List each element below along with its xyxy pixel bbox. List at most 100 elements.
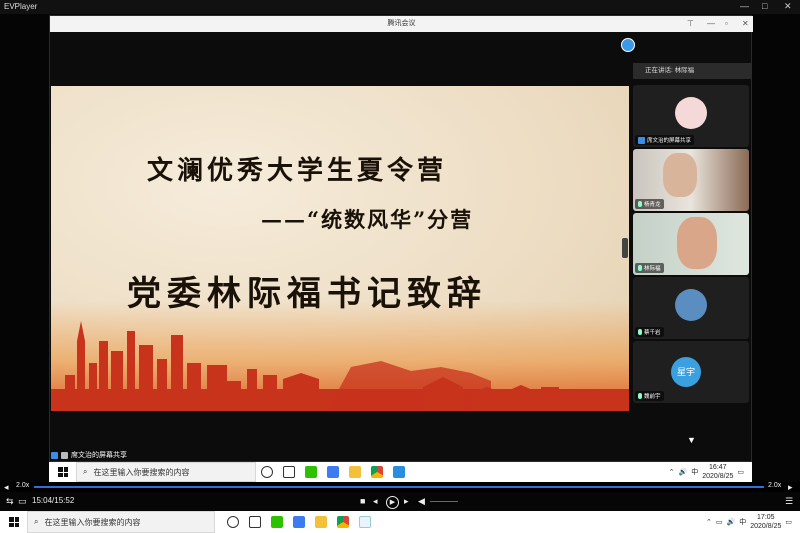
file-explorer-icon[interactable] bbox=[349, 466, 361, 478]
minimize-icon[interactable]: — bbox=[740, 1, 749, 11]
playlist-icon[interactable]: ☰ bbox=[785, 496, 793, 507]
participant-avatar bbox=[675, 97, 707, 129]
taskbar-clock[interactable]: 16:47 2020/8/25 bbox=[702, 463, 733, 481]
participant-tile[interactable]: 席文治的屏幕共享 bbox=[633, 85, 749, 147]
participant-text-avatar: 星宇 bbox=[671, 357, 701, 387]
evplayer-title: EVPlayer bbox=[4, 2, 38, 11]
screen-share-icon bbox=[61, 451, 68, 459]
taskbar-search[interactable]: ⌕ 在这里输入你要搜索的内容 bbox=[27, 511, 215, 533]
search-placeholder: 在这里输入你要搜索的内容 bbox=[44, 517, 141, 527]
speaking-label: 正在讲话: 林际福 bbox=[645, 67, 695, 74]
notification-icon[interactable]: ▭ bbox=[737, 468, 744, 476]
loop-icon[interactable]: ⇆ bbox=[6, 496, 14, 507]
taskbar-clock[interactable]: 17:05 2020/8/25 bbox=[750, 513, 781, 531]
self-avatar-badge[interactable] bbox=[621, 38, 635, 52]
outer-taskbar: ⌕ 在这里输入你要搜索的内容 ⌃ ▭ 🔊 中 17:05 2020/8/25 ▭ bbox=[0, 511, 800, 533]
participant-name: 席文治的屏幕共享 bbox=[635, 135, 695, 145]
wps-icon[interactable] bbox=[293, 516, 305, 528]
playback-progress-bar[interactable] bbox=[34, 486, 764, 488]
time-display: 15:04/15:52 bbox=[32, 496, 75, 505]
inner-taskbar: ⌕ 在这里输入你要搜索的内容 ⌃ 🔊 中 16:47 2020/8/25 ▭ bbox=[49, 462, 752, 482]
volume-icon[interactable]: 🔊 bbox=[727, 518, 736, 526]
evplayer-progress-row: ◂ 2.0x 2.0x ▸ bbox=[0, 482, 800, 492]
notification-icon[interactable]: ▭ bbox=[785, 518, 792, 526]
volume-slider[interactable] bbox=[430, 501, 458, 502]
cortana-icon[interactable] bbox=[227, 516, 239, 528]
close-icon[interactable]: ✕ bbox=[784, 1, 792, 12]
search-placeholder: 在这里输入你要搜索的内容 bbox=[93, 467, 190, 477]
share-caption-text: 席文治的屏幕共享 bbox=[71, 452, 127, 459]
wechat-icon[interactable] bbox=[305, 466, 317, 478]
wps-icon[interactable] bbox=[327, 466, 339, 478]
evplayer-titlebar: EVPlayer — □ ✕ bbox=[0, 0, 800, 14]
next-icon[interactable]: ▸ bbox=[404, 496, 409, 507]
participant-avatar bbox=[675, 289, 707, 321]
task-view-icon[interactable] bbox=[283, 466, 295, 478]
participant-tile[interactable]: 杨青龙 bbox=[633, 149, 749, 211]
participant-name: 蔡千岩 bbox=[635, 327, 664, 337]
windows-start-icon[interactable] bbox=[58, 467, 68, 477]
meeting-window: 腾讯会议 ⊤ — ▫ ✕ 文澜优秀大学生夏令营 ——“统数风华”分营 党委林际福… bbox=[49, 15, 753, 462]
system-tray: ⌃ 🔊 中 16:47 2020/8/25 ▭ bbox=[669, 463, 752, 481]
tray-up-icon[interactable]: ⌃ bbox=[669, 468, 675, 476]
user-icon bbox=[638, 136, 645, 144]
share-caption: 席文治的屏幕共享 bbox=[51, 450, 127, 460]
ime-indicator[interactable]: 中 bbox=[691, 467, 698, 477]
city-skyline-graphic bbox=[51, 321, 629, 411]
slide-subtitle: ——“统数风华”分营 bbox=[261, 207, 474, 232]
speed-left[interactable]: 2.0x bbox=[16, 482, 29, 489]
task-view-icon[interactable] bbox=[249, 516, 261, 528]
tray-up-icon[interactable]: ⌃ bbox=[706, 518, 712, 526]
participant-tile[interactable]: 星宇 魏前宇 bbox=[633, 341, 749, 403]
participant-tile-active[interactable]: 林际福 bbox=[633, 213, 749, 275]
chrome-icon[interactable] bbox=[337, 516, 349, 528]
search-icon: ⌕ bbox=[83, 467, 88, 476]
cortana-icon[interactable] bbox=[261, 466, 273, 478]
speed-right[interactable]: 2.0x bbox=[768, 482, 781, 489]
user-icon bbox=[51, 451, 58, 459]
volume-icon[interactable]: ◀ bbox=[418, 496, 425, 507]
windows-start-icon[interactable] bbox=[9, 517, 19, 527]
participant-panel: 正在讲话: 林际福 席文治的屏幕共享 杨青龙 林际福 蔡千岩 星宇 魏前宇 ▼ bbox=[633, 63, 751, 451]
previous-icon[interactable]: ◂ bbox=[373, 496, 378, 507]
participant-name: 林际福 bbox=[635, 263, 664, 273]
participant-name: 杨青龙 bbox=[635, 199, 664, 209]
mic-icon bbox=[638, 201, 642, 207]
tencent-meeting-icon[interactable] bbox=[393, 466, 405, 478]
pin-icon[interactable]: ⊤ bbox=[687, 16, 694, 32]
subtitle-icon[interactable]: ▭ bbox=[18, 496, 27, 507]
stop-icon[interactable]: ■ bbox=[360, 496, 365, 506]
meeting-titlebar: 腾讯会议 ⊤ — ▫ ✕ bbox=[50, 16, 753, 32]
system-tray: ⌃ ▭ 🔊 中 17:05 2020/8/25 ▭ bbox=[706, 513, 800, 531]
mic-icon bbox=[638, 393, 642, 399]
participant-name: 魏前宇 bbox=[635, 391, 664, 401]
file-explorer-icon[interactable] bbox=[315, 516, 327, 528]
participant-tile[interactable]: 蔡千岩 bbox=[633, 277, 749, 339]
chrome-icon[interactable] bbox=[371, 466, 383, 478]
wechat-icon[interactable] bbox=[271, 516, 283, 528]
network-icon[interactable]: ▭ bbox=[716, 518, 723, 526]
search-icon: ⌕ bbox=[34, 517, 39, 526]
meeting-minimize-icon[interactable]: — bbox=[707, 16, 715, 32]
evplayer-icon[interactable] bbox=[359, 516, 371, 528]
participant-video-face bbox=[663, 153, 697, 197]
volume-icon[interactable]: 🔊 bbox=[679, 468, 688, 476]
maximize-icon[interactable]: □ bbox=[762, 1, 767, 11]
meeting-maximize-icon[interactable]: ▫ bbox=[725, 16, 728, 32]
slide-title: 文澜优秀大学生夏令营 bbox=[147, 156, 448, 186]
meeting-title: 腾讯会议 bbox=[387, 20, 416, 27]
evplayer-controls: ⇆ ▭ 15:04/15:52 ■ ◂ ▶ ▸ ◀ ☰ bbox=[0, 492, 800, 511]
taskbar-search[interactable]: ⌕ 在这里输入你要搜索的内容 bbox=[76, 462, 256, 482]
ime-indicator[interactable]: 中 bbox=[739, 517, 746, 527]
mic-icon bbox=[638, 265, 642, 271]
scroll-down-icon[interactable]: ▼ bbox=[687, 435, 696, 445]
speaking-indicator: 正在讲话: 林际福 bbox=[633, 63, 751, 79]
screen: EVPlayer — □ ✕ 腾讯会议 ⊤ — ▫ ✕ 文澜优秀大学生夏令营 —… bbox=[0, 0, 800, 533]
play-pause-button[interactable]: ▶ bbox=[386, 496, 399, 509]
panel-collapse-handle[interactable] bbox=[622, 238, 628, 258]
mic-icon bbox=[638, 329, 642, 335]
participant-video-face bbox=[677, 217, 717, 269]
shared-slide: 文澜优秀大学生夏令营 ——“统数风华”分营 党委林际福书记致辞 bbox=[51, 86, 629, 411]
meeting-close-icon[interactable]: ✕ bbox=[742, 16, 749, 32]
slide-speech-title: 党委林际福书记致辞 bbox=[127, 274, 487, 314]
